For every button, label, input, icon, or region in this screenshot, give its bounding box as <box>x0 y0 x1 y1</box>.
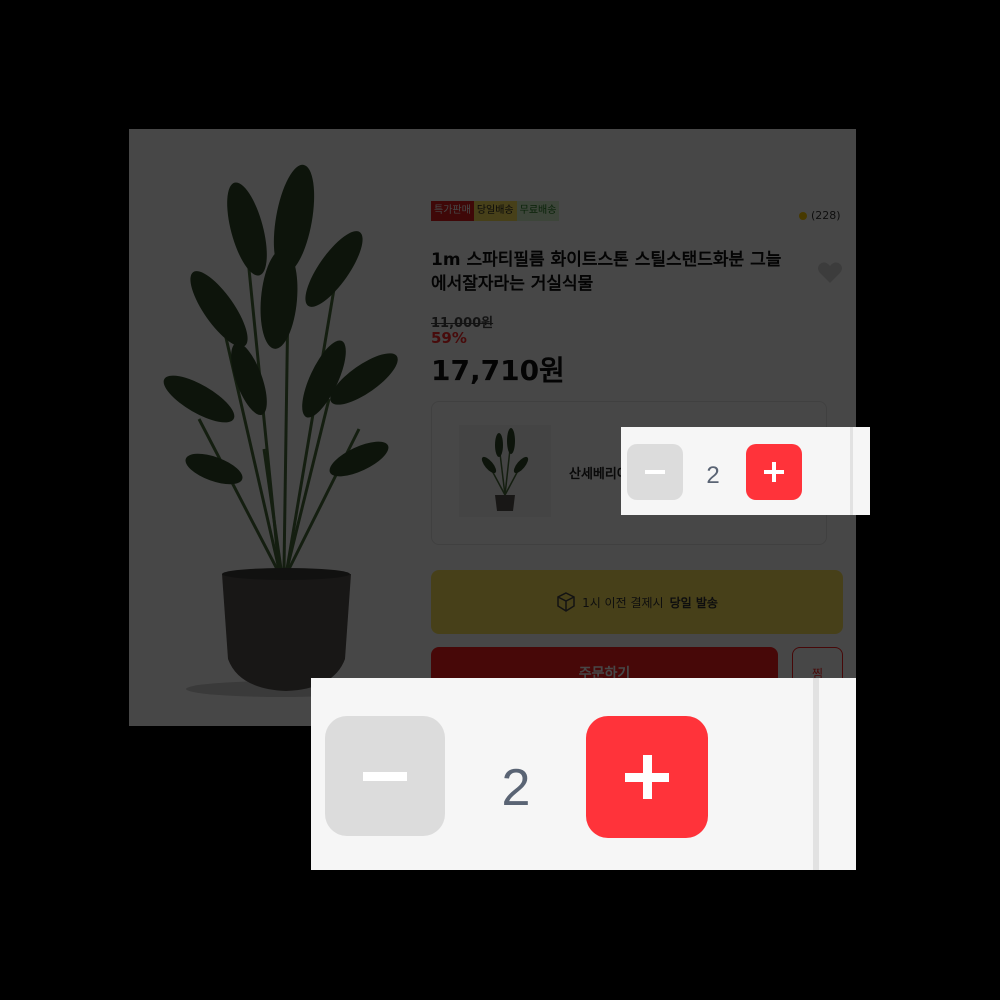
box-icon <box>557 592 575 612</box>
option-label: 산세베리아 <box>569 467 629 482</box>
badge-free-shipping: 무료배송 <box>516 201 560 221</box>
review-count: (228) <box>811 209 841 222</box>
quantity-decrease-button[interactable] <box>325 716 445 836</box>
minus-icon <box>363 771 407 781</box>
quantity-stepper-zoom-large: 2 <box>311 678 856 870</box>
rating[interactable]: (228) <box>799 209 841 222</box>
plus-icon <box>764 462 784 482</box>
option-thumbnail <box>459 425 551 517</box>
product-image[interactable] <box>129 129 429 726</box>
delivery-banner: 1시 이전 결제시 당일 발송 <box>431 570 843 634</box>
sale-price: 17,710원 <box>431 354 565 387</box>
discount-rate: 59% <box>431 329 467 347</box>
badge-same-day: 당일배송 <box>473 201 517 221</box>
badge-special-sale: 특가판매 <box>431 201 474 221</box>
quantity-value: 2 <box>501 759 531 817</box>
heart-icon[interactable] <box>817 261 843 285</box>
product-title: 1m 스파티필름 화이트스톤 스틸스탠드화분 그늘에서잘자라는 거실식물 <box>431 250 782 294</box>
divider <box>850 427 853 515</box>
minus-icon <box>645 470 665 474</box>
quantity-value: 2 <box>706 462 720 489</box>
quantity-stepper-zoom-small: 2 <box>621 427 870 515</box>
quantity-decrease-button[interactable] <box>627 444 683 500</box>
quantity-increase-button[interactable] <box>746 444 802 500</box>
divider <box>813 678 819 870</box>
badge-list: 특가판매 당일배송 무료배송 <box>431 201 560 221</box>
plus-icon <box>625 755 669 799</box>
quantity-increase-button[interactable] <box>586 716 708 838</box>
delivery-text: 1시 이전 결제시 <box>582 595 664 610</box>
delivery-highlight: 당일 발송 <box>669 595 718 610</box>
star-icon <box>799 211 807 220</box>
